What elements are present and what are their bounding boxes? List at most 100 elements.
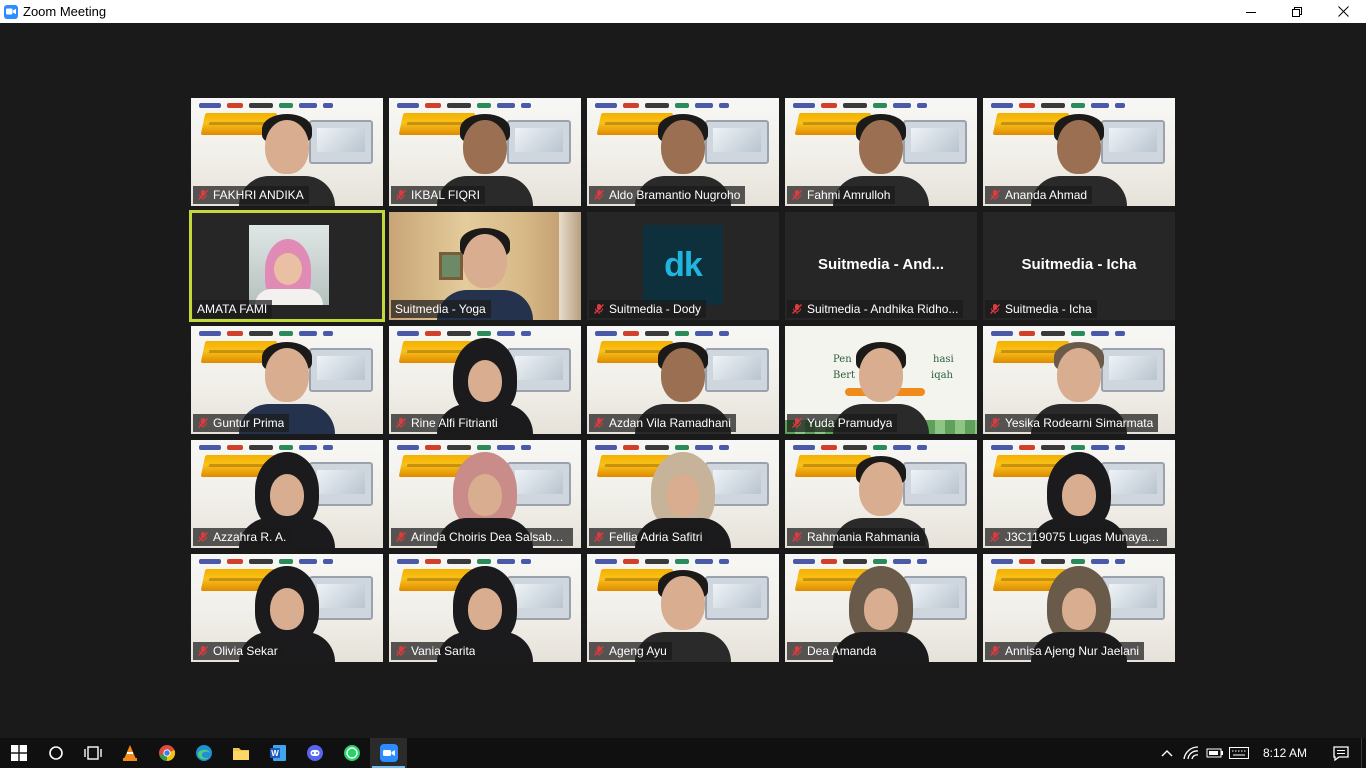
whatsapp-icon	[343, 745, 360, 761]
participant-name: Yesika Rodearni Simarmata	[1005, 416, 1154, 430]
participant-tile[interactable]: Olivia Sekar	[191, 554, 383, 662]
participant-tile[interactable]: Ananda Ahmad	[983, 98, 1175, 206]
svg-text:W: W	[271, 749, 279, 758]
background-slide-text: hasi	[933, 354, 954, 365]
participant-tile[interactable]: Azdan Vila Ramadhani	[587, 326, 779, 434]
taskbar-vlc[interactable]	[111, 738, 148, 768]
participant-name: Vania Sarita	[411, 644, 476, 658]
task-view-icon	[83, 746, 102, 760]
participant-tile[interactable]: Arinda Choiris Dea Salsabe...	[389, 440, 581, 548]
participant-tile[interactable]: Suitmedia - And... Suitmedia - Andhika Ri…	[785, 212, 977, 320]
participant-tile[interactable]: AMATA FAMI	[189, 210, 385, 322]
participant-name-tag: Vania Sarita	[391, 642, 481, 660]
participant-name: FAKHRI ANDIKA	[213, 188, 304, 202]
participant-name-tag: FAKHRI ANDIKA	[193, 186, 309, 204]
window-titlebar: Zoom Meeting	[0, 0, 1366, 23]
background-slide-text: iqah	[931, 370, 954, 381]
chevron-up-icon	[1161, 750, 1173, 757]
close-button[interactable]	[1320, 0, 1366, 23]
participant-name: Ananda Ahmad	[1005, 188, 1088, 202]
participant-tile[interactable]: Suitmedia - Icha Suitmedia - Icha	[983, 212, 1175, 320]
participant-name: Dea Amanda	[807, 644, 877, 658]
participant-tile[interactable]: IKBAL FIQRI	[389, 98, 581, 206]
taskbar-file-explorer[interactable]	[222, 738, 259, 768]
battery-button[interactable]	[1203, 738, 1227, 768]
keyboard-button[interactable]	[1227, 738, 1251, 768]
participant-name: Suitmedia - Icha	[1005, 302, 1092, 316]
participant-tile[interactable]: Pen Bert hasi iqah Yuda Pramudya	[785, 326, 977, 434]
participant-name-tag: Yesika Rodearni Simarmata	[985, 414, 1159, 432]
participant-name: IKBAL FIQRI	[411, 188, 480, 202]
participant-name: Yuda Pramudya	[807, 416, 893, 430]
clock[interactable]: 8:12 AM	[1251, 746, 1321, 760]
mic-muted-icon	[396, 532, 406, 542]
participant-name-tag: Aldo Bramantio Nugroho	[589, 186, 746, 204]
minimize-icon	[1246, 11, 1256, 13]
participant-name-tag: AMATA FAMI	[193, 300, 273, 318]
participant-tile[interactable]: Fellia Adria Safitri	[587, 440, 779, 548]
participant-tile[interactable]: Fahmi Amrulloh	[785, 98, 977, 206]
participant-name-tag: Suitmedia - Dody	[589, 300, 707, 318]
participant-name: Fellia Adria Safitri	[609, 530, 703, 544]
participant-name: Azzahra R. A.	[213, 530, 287, 544]
banner-logos	[397, 557, 573, 565]
participant-display-name: Suitmedia - Icha	[1021, 256, 1137, 273]
participant-tile[interactable]: dk Suitmedia - Dody	[587, 212, 779, 320]
participant-name-tag: Yuda Pramudya	[787, 414, 898, 432]
banner-logos	[991, 443, 1167, 451]
word-icon: W	[269, 745, 286, 761]
participant-tile[interactable]: Dea Amanda	[785, 554, 977, 662]
taskbar-discord[interactable]	[296, 738, 333, 768]
participant-name-tag: Guntur Prima	[193, 414, 290, 432]
participant-tile[interactable]: Suitmedia - Yoga	[389, 212, 581, 320]
participant-name-tag: Fahmi Amrulloh	[787, 186, 896, 204]
banner-logos	[199, 557, 375, 565]
mic-muted-icon	[198, 532, 208, 542]
taskbar-word[interactable]: W	[259, 738, 296, 768]
participant-name-tag: Rahmania Rahmania	[787, 528, 925, 546]
mic-muted-icon	[594, 304, 604, 314]
taskbar-chrome[interactable]	[148, 738, 185, 768]
taskbar-edge[interactable]	[185, 738, 222, 768]
participant-tile[interactable]: Yesika Rodearni Simarmata	[983, 326, 1175, 434]
search-button[interactable]	[37, 738, 74, 768]
participant-tile[interactable]: Aldo Bramantio Nugroho	[587, 98, 779, 206]
close-icon	[1337, 6, 1349, 17]
task-view-button[interactable]	[74, 738, 111, 768]
participant-name: J3C119075 Lugas Munayas...	[1005, 530, 1162, 544]
minimize-button[interactable]	[1228, 0, 1274, 23]
participant-tile[interactable]: Azzahra R. A.	[191, 440, 383, 548]
participant-tile[interactable]: J3C119075 Lugas Munayas...	[983, 440, 1175, 548]
mic-muted-icon	[594, 418, 604, 428]
network-button[interactable]	[1179, 738, 1203, 768]
show-desktop-button[interactable]	[1361, 738, 1366, 768]
battery-icon	[1206, 748, 1223, 758]
mic-muted-icon	[792, 304, 802, 314]
participant-name: AMATA FAMI	[197, 302, 268, 316]
participant-name-tag: Suitmedia - Icha	[985, 300, 1097, 318]
action-center-button[interactable]	[1321, 738, 1361, 768]
mic-muted-icon	[396, 190, 406, 200]
start-button[interactable]	[0, 738, 37, 768]
tray-overflow-button[interactable]	[1155, 738, 1179, 768]
participant-tile[interactable]: Ageng Ayu	[587, 554, 779, 662]
discord-icon	[306, 745, 323, 761]
participant-tile[interactable]: Rahmania Rahmania	[785, 440, 977, 548]
participant-name-tag: Rine Alfi Fitrianti	[391, 414, 503, 432]
participant-name-tag: Suitmedia - Andhika Ridho...	[787, 300, 964, 318]
participant-tile[interactable]: Rine Alfi Fitrianti	[389, 326, 581, 434]
participant-name-tag: J3C119075 Lugas Munayas...	[985, 528, 1167, 546]
participant-tile[interactable]: Guntur Prima	[191, 326, 383, 434]
participant-tile[interactable]: Vania Sarita	[389, 554, 581, 662]
participant-tile[interactable]: FAKHRI ANDIKA	[191, 98, 383, 206]
participant-name: Suitmedia - Andhika Ridho...	[807, 302, 959, 316]
taskbar-zoom[interactable]	[370, 738, 407, 768]
taskbar-whatsapp[interactable]	[333, 738, 370, 768]
zoom-app-icon	[4, 4, 18, 19]
participant-tile[interactable]: Annisa Ajeng Nur Jaelani	[983, 554, 1175, 662]
restore-button[interactable]	[1274, 0, 1320, 23]
edge-icon	[195, 745, 212, 761]
participant-name: Annisa Ajeng Nur Jaelani	[1005, 644, 1140, 658]
banner-logos	[199, 443, 375, 451]
profile-avatar: dk	[643, 225, 723, 305]
